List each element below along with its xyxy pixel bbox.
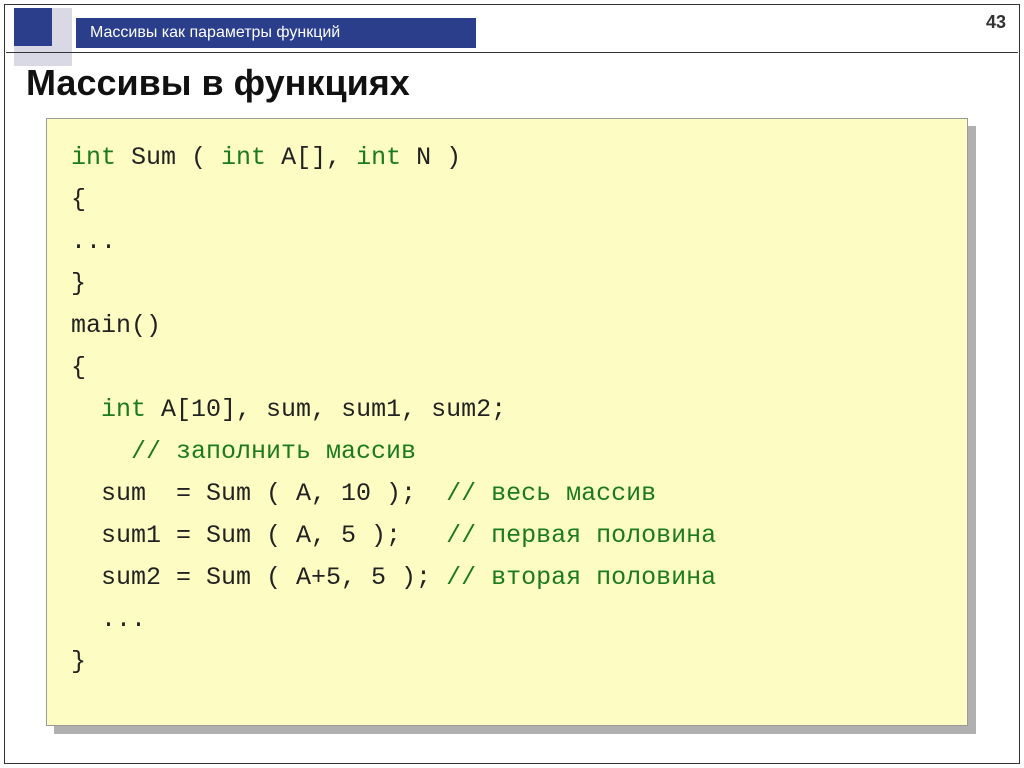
header-bar: Массивы как параметры функций <box>76 18 476 48</box>
header-title: Массивы как параметры функций <box>90 24 340 42</box>
code-comment: // вторая половина <box>446 563 716 592</box>
code-comment: // весь массив <box>446 479 656 508</box>
page-number: 43 <box>986 12 1006 33</box>
code-text: sum1 = Sum ( A, 5 ); <box>71 521 446 550</box>
code-text: ... <box>71 227 116 256</box>
code-text: N ) <box>401 143 461 172</box>
code-comment: // заполнить массив <box>131 437 416 466</box>
code-keyword: int <box>221 143 266 172</box>
code-text <box>71 395 101 424</box>
code-block: int Sum ( int A[], int N ) { ... } main(… <box>46 118 968 726</box>
code-text: { <box>71 353 86 382</box>
code-text: { <box>71 185 86 214</box>
slide-title: Массивы в функциях <box>26 62 410 104</box>
code-text: sum = Sum ( A, 10 ); <box>71 479 446 508</box>
header-divider <box>6 52 1018 53</box>
code-text: A[], <box>266 143 356 172</box>
code-text: } <box>71 269 86 298</box>
code-text: ... <box>71 605 146 634</box>
code-text: sum2 = Sum ( A+5, 5 ); <box>71 563 446 592</box>
code-keyword: int <box>101 395 146 424</box>
code-text <box>71 437 131 466</box>
deco-square-inner <box>14 8 52 46</box>
code-text: } <box>71 647 86 676</box>
code-keyword: int <box>356 143 401 172</box>
code-keyword: int <box>71 143 116 172</box>
code-comment: // первая половина <box>446 521 716 550</box>
code-text: main() <box>71 311 161 340</box>
code-text: Sum ( <box>116 143 221 172</box>
code-text: A[10], sum, sum1, sum2; <box>146 395 506 424</box>
